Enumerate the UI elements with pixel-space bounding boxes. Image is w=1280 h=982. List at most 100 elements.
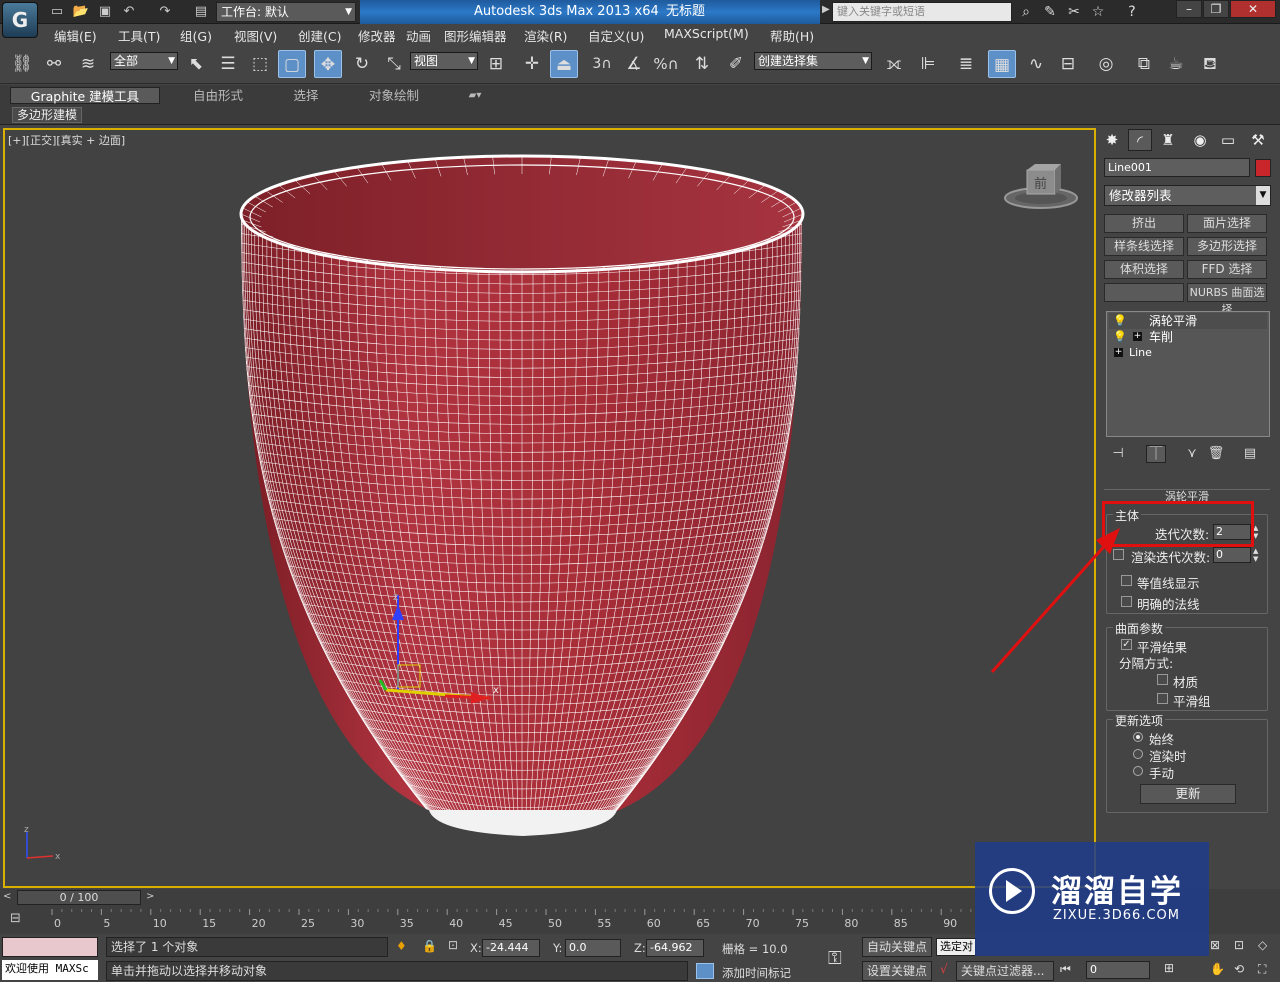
zoom-extents-icon[interactable]: ⊠	[1210, 938, 1220, 952]
current-frame-field[interactable]: 0	[1086, 961, 1150, 979]
set-key-button[interactable]: 设置关键点	[862, 961, 932, 981]
tab-object-paint[interactable]: 对象绘制	[356, 87, 432, 104]
volume-select-button[interactable]: 体积选择	[1104, 260, 1184, 279]
link-icon[interactable]: ⛓	[8, 50, 36, 78]
y-coordinate-field[interactable]: 0.0	[565, 939, 621, 957]
create-tab-icon[interactable]: ✸	[1100, 129, 1124, 151]
smoothing-groups-checkbox[interactable]	[1157, 693, 1168, 704]
menu-create[interactable]: 创建(C)	[298, 26, 341, 45]
align-icon[interactable]: ⊫	[914, 50, 942, 78]
lightbulb-icon[interactable]: 💡	[1113, 313, 1127, 329]
curve-editor-icon[interactable]: ∿	[1022, 50, 1050, 78]
schematic-view-icon[interactable]: ⊟	[1054, 50, 1082, 78]
key-icon[interactable]: ⚿	[828, 948, 842, 969]
search-input[interactable]: 键入关键字或短语	[832, 2, 1012, 22]
star-icon[interactable]: ☆	[1088, 3, 1108, 21]
spinner-arrows-icon[interactable]: ▲ ▼	[1253, 547, 1261, 563]
go-to-start-icon[interactable]: ⏮	[1060, 962, 1071, 977]
angle-snap-icon[interactable]: ∡	[620, 50, 648, 78]
show-end-result-icon[interactable]: ⏉	[1146, 445, 1166, 463]
menu-animation[interactable]: 动画	[406, 26, 431, 45]
pivot-center-icon[interactable]: ⊞	[482, 50, 510, 78]
menu-group[interactable]: 组(G)	[180, 26, 212, 45]
maximize-viewport-icon[interactable]: ⛶	[1258, 962, 1266, 977]
new-file-icon[interactable]: ▭	[48, 3, 66, 21]
extrude-button[interactable]: 挤出	[1104, 214, 1184, 233]
close-button[interactable]: ✕	[1230, 0, 1276, 18]
make-unique-icon[interactable]: ⋎	[1182, 445, 1202, 463]
configure-sets-icon[interactable]: ▤	[1240, 445, 1260, 463]
workspace-dropdown[interactable]: 工作台: 默认 ▼	[216, 2, 356, 22]
maxscript-listener[interactable]	[2, 937, 98, 957]
key-filters-button[interactable]: 关键点过滤器...	[956, 961, 1054, 981]
expand-plus-icon[interactable]: +	[1114, 348, 1123, 357]
select-by-name-icon[interactable]: ☰	[214, 50, 242, 78]
viewcube[interactable]: 前	[1003, 160, 1083, 212]
when-rendering-radio[interactable]	[1133, 749, 1143, 759]
menu-views[interactable]: 视图(V)	[234, 26, 277, 45]
time-slider-thumb[interactable]: 0 / 100	[17, 890, 141, 905]
ribbon-options-icon[interactable]: ▰▾	[460, 87, 490, 104]
maxscript-mini-listener[interactable]: 欢迎使用 MAXSc	[2, 960, 98, 980]
next-frame-icon[interactable]: >	[146, 891, 154, 902]
tools-icon[interactable]: ✎	[1040, 3, 1060, 21]
always-radio[interactable]	[1133, 732, 1143, 742]
graphite-toggle-icon[interactable]: ▦	[988, 50, 1016, 78]
modifier-list-dropdown[interactable]: 修改器列表 ▼	[1104, 185, 1271, 206]
render-production-icon[interactable]: ⛾	[1196, 50, 1224, 78]
select-and-rotate-icon[interactable]: ↻	[348, 50, 376, 78]
orbit-icon[interactable]: ⟲	[1234, 962, 1244, 976]
patch-select-button[interactable]: 面片选择	[1187, 214, 1267, 233]
prev-frame-icon[interactable]: <	[3, 891, 11, 902]
unlink-icon[interactable]: ⚯	[40, 50, 68, 78]
material-editor-icon[interactable]: ◎	[1092, 50, 1120, 78]
key-filter-icon[interactable]: √	[940, 962, 948, 976]
menu-modifiers[interactable]: 修改器	[358, 26, 396, 45]
bind-space-warp-icon[interactable]: ≋	[74, 50, 102, 78]
app-logo[interactable]: G	[2, 2, 38, 38]
viewport[interactable]: [+][正交][真实 + 边面] z x z x 前	[3, 128, 1096, 888]
nurbs-surface-select-button[interactable]: NURBS 曲面选择	[1187, 283, 1267, 316]
z-coordinate-field[interactable]: -64.962	[646, 939, 704, 957]
motion-tab-icon[interactable]: ◉	[1188, 129, 1212, 151]
selection-filter-dropdown[interactable]: 全部 ▼	[110, 52, 178, 70]
auto-key-button[interactable]: 自动关键点	[862, 937, 932, 957]
selected-dropdown[interactable]: 选定对	[936, 938, 976, 956]
absolute-mode-icon[interactable]: ⊡	[448, 938, 458, 952]
x-coordinate-field[interactable]: -24.444	[482, 939, 540, 957]
keyboard-shortcut-override-icon[interactable]: ⏏	[550, 50, 578, 78]
cup-mesh[interactable]: z x z x	[5, 130, 1094, 886]
select-object-icon[interactable]: ⬉	[182, 50, 210, 78]
render-frame-icon[interactable]: ☕	[1162, 50, 1190, 78]
spinner-snap-icon[interactable]: ⇅	[688, 50, 716, 78]
rectangle-selection-icon[interactable]: ⬚	[246, 50, 274, 78]
menu-graph-editors[interactable]: 图形编辑器	[444, 26, 507, 45]
exchange-icon[interactable]: ✂	[1064, 3, 1084, 21]
window-crossing-icon[interactable]: ▢	[278, 50, 306, 78]
update-button[interactable]: 更新	[1140, 784, 1236, 804]
time-config-icon[interactable]: ⊞	[1164, 961, 1174, 975]
tab-freeform[interactable]: 自由形式	[180, 87, 256, 104]
restore-button[interactable]: ❐	[1203, 0, 1229, 18]
menu-tools[interactable]: 工具(T)	[118, 26, 160, 45]
utilities-tab-icon[interactable]: ⚒	[1246, 129, 1270, 151]
binoculars-icon[interactable]: ⌕	[1016, 3, 1036, 21]
remove-modifier-icon[interactable]: 🗑	[1206, 445, 1226, 463]
open-file-icon[interactable]: 📂	[72, 3, 90, 21]
save-icon[interactable]: ▣	[96, 3, 114, 21]
stack-item-turbosmooth[interactable]: 💡 涡轮平滑	[1109, 313, 1267, 329]
undo-icon[interactable]: ↶	[120, 3, 138, 21]
add-time-tag[interactable]: 添加时间标记	[722, 965, 791, 981]
polygon-modeling-tab[interactable]: 多边形建模	[12, 107, 83, 123]
percent-snap-icon[interactable]: %∩	[652, 50, 680, 78]
menu-help[interactable]: 帮助(H)	[770, 26, 814, 45]
spline-select-button[interactable]: 样条线选择	[1104, 237, 1184, 256]
stack-item-line[interactable]: + Line	[1109, 345, 1267, 361]
curve-editor-mini-icon[interactable]: ⊟	[10, 911, 32, 929]
mirror-icon[interactable]: ⟗	[880, 50, 908, 78]
minimize-button[interactable]: –	[1176, 0, 1202, 18]
menu-edit[interactable]: 编辑(E)	[54, 26, 97, 45]
isolate-selection-icon[interactable]: ♦	[396, 939, 407, 953]
manually-radio[interactable]	[1133, 766, 1143, 776]
pan-icon[interactable]: ✋	[1210, 962, 1225, 976]
